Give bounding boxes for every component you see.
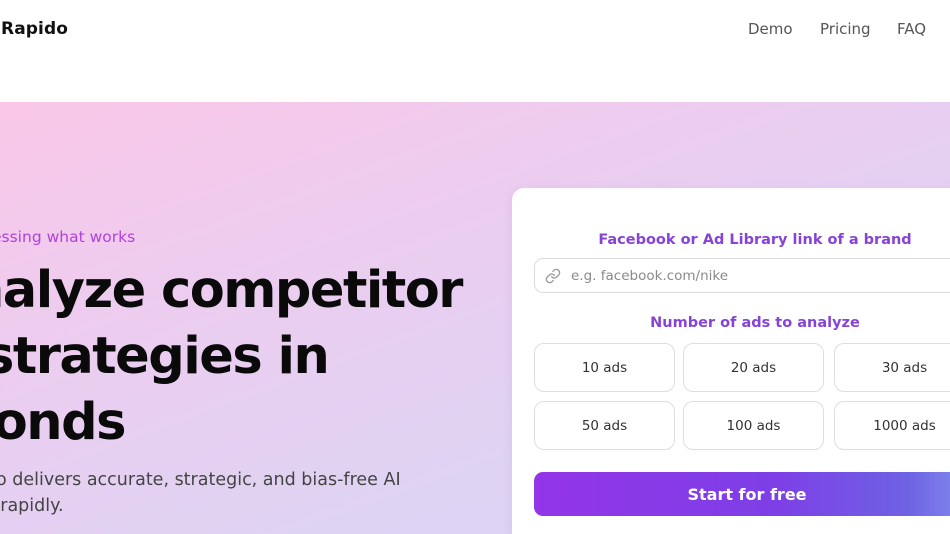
- headline-line-1: nalyze competitor: [0, 261, 463, 320]
- nav-demo[interactable]: Demo: [748, 20, 793, 38]
- subtitle-line-2: s, rapidly.: [0, 496, 64, 516]
- headline-line-3: conds: [0, 393, 126, 452]
- nav-faq[interactable]: FAQ: [897, 20, 926, 38]
- brand-link-input[interactable]: [571, 259, 950, 292]
- ads-option-100[interactable]: 100 ads: [683, 401, 824, 450]
- ads-option-20[interactable]: 20 ads: [683, 343, 824, 392]
- nav-pricing[interactable]: Pricing: [820, 20, 871, 38]
- start-button-label: Start for free: [687, 484, 807, 504]
- ads-option-10[interactable]: 10 ads: [534, 343, 675, 392]
- subtitle-line-1: ido delivers accurate, strategic, and bi…: [0, 470, 401, 490]
- site-header: Rapido Demo Pricing FAQ: [0, 0, 950, 102]
- headline-line-2: strategies in: [0, 327, 330, 386]
- hero-subtitle: ido delivers accurate, strategic, and bi…: [0, 467, 460, 519]
- start-for-free-button[interactable]: Start for free: [534, 472, 950, 516]
- hero-eyebrow: essing what works: [0, 228, 136, 246]
- analyze-form-card: Facebook or Ad Library link of a brand N…: [512, 188, 950, 534]
- link-field-label: Facebook or Ad Library link of a brand: [598, 232, 912, 248]
- ads-count-label: Number of ads to analyze: [650, 315, 860, 331]
- brand-link-field[interactable]: [534, 258, 950, 293]
- ads-option-30[interactable]: 30 ads: [834, 343, 950, 392]
- ads-option-1000[interactable]: 1000 ads: [834, 401, 950, 450]
- hero-headline: nalyze competitor strategies in conds: [0, 258, 502, 456]
- brand-logo[interactable]: Rapido: [1, 19, 68, 39]
- ads-option-50[interactable]: 50 ads: [534, 401, 675, 450]
- link-icon: [545, 268, 561, 284]
- hero-section: essing what works nalyze competitor stra…: [0, 102, 950, 534]
